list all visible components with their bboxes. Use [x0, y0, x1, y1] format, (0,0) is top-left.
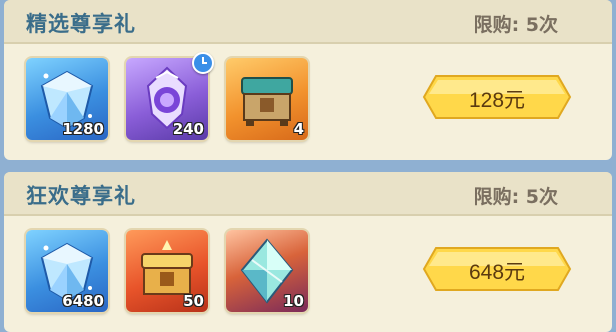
item-slot[interactable]: 50: [126, 230, 208, 312]
item-count: 1280: [62, 120, 104, 138]
price-label: 128元: [468, 89, 526, 112]
item-count: 6480: [62, 292, 104, 310]
item-count: 10: [283, 292, 304, 310]
item-count: 240: [172, 120, 204, 138]
item-count: 50: [183, 292, 204, 310]
price-label: 648元: [468, 261, 526, 284]
buy-button[interactable]: 648元: [422, 246, 572, 292]
clock-icon: [192, 52, 214, 74]
item-slot[interactable]: 10: [226, 230, 308, 312]
item-slot[interactable]: 4: [226, 58, 308, 140]
item-count: 4: [293, 120, 304, 138]
purchase-limit: 限购: 5次: [473, 186, 558, 208]
gift-pack-card: 精选尊享礼 限购: 5次 1280 240 4 128元: [4, 0, 612, 160]
buy-button[interactable]: 128元: [422, 74, 572, 120]
gift-pack-card: 狂欢尊享礼 限购: 5次 6480 50 10 648元: [4, 172, 612, 332]
item-slot[interactable]: 6480: [26, 230, 108, 312]
item-slot[interactable]: 1280: [26, 58, 108, 140]
pack-title: 精选尊享礼: [26, 12, 136, 36]
purchase-limit: 限购: 5次: [473, 14, 558, 36]
item-slot[interactable]: 240: [126, 52, 214, 140]
pack-title: 狂欢尊享礼: [26, 184, 136, 208]
